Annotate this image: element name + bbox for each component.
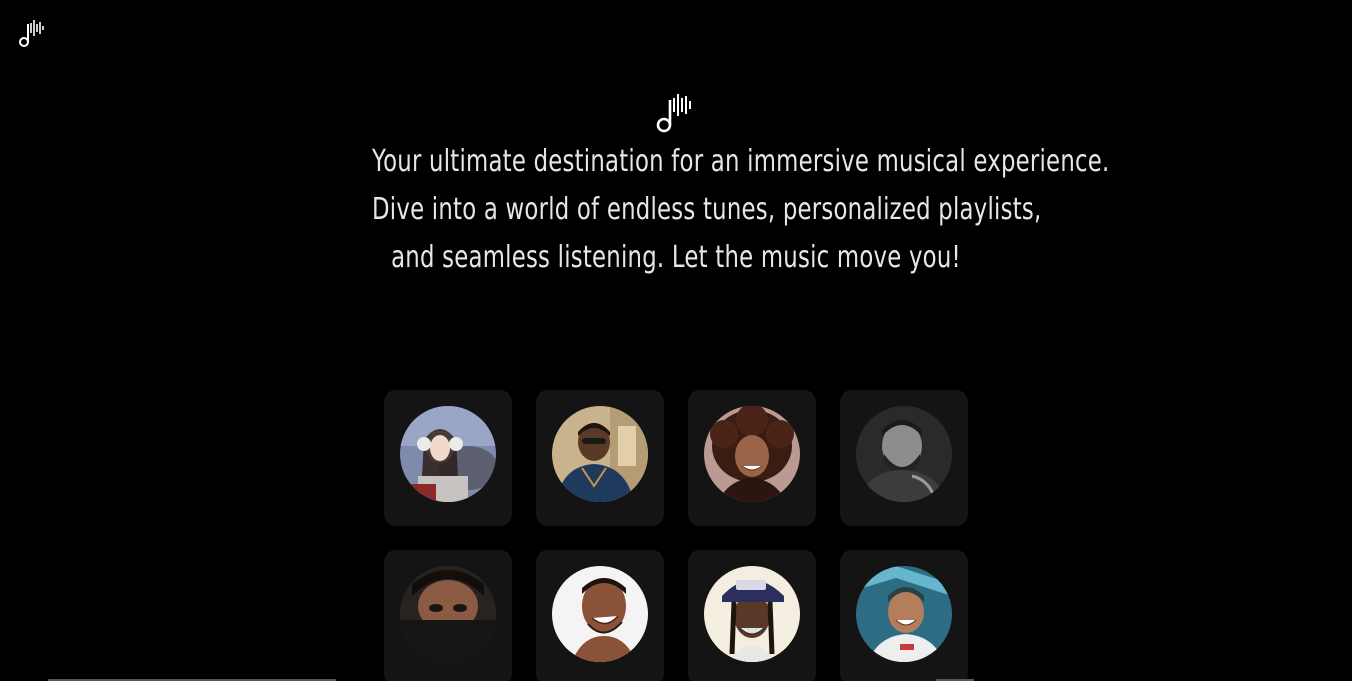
music-note-waveform-icon — [654, 92, 698, 136]
artist-card[interactable] — [840, 550, 968, 681]
artist-avatar — [856, 566, 952, 662]
artist-photo-4 — [856, 406, 952, 502]
hero-tagline: Your ultimate destination for an immersi… — [372, 138, 1110, 282]
artist-photo-8 — [856, 566, 952, 662]
artist-card[interactable] — [384, 550, 512, 681]
tagline-line: Your ultimate destination for an immersi… — [372, 144, 1110, 179]
artist-card[interactable] — [688, 390, 816, 526]
artist-avatar — [552, 406, 648, 502]
artist-avatar — [400, 406, 496, 502]
artist-photo-1 — [400, 406, 496, 502]
artist-card[interactable] — [840, 390, 968, 526]
artist-card[interactable] — [536, 550, 664, 681]
tagline-line: Dive into a world of endless tunes, pers… — [372, 192, 1042, 227]
artist-avatar — [400, 566, 496, 662]
artist-photo-7 — [704, 566, 800, 662]
artist-card[interactable] — [384, 390, 512, 526]
artist-photo-6 — [552, 566, 648, 662]
artist-grid — [384, 390, 968, 681]
music-note-waveform-icon[interactable] — [18, 18, 46, 50]
tagline-line: and seamless listening. Let the music mo… — [391, 240, 961, 275]
artist-avatar — [552, 566, 648, 662]
artist-photo-5 — [400, 566, 496, 662]
artist-avatar — [704, 406, 800, 502]
artist-card[interactable] — [536, 390, 664, 526]
artist-photo-3 — [704, 406, 800, 502]
artist-avatar — [856, 406, 952, 502]
landing-page: Your ultimate destination for an immersi… — [0, 0, 1352, 681]
artist-photo-2 — [552, 406, 648, 502]
artist-avatar — [704, 566, 800, 662]
artist-card[interactable] — [688, 550, 816, 681]
